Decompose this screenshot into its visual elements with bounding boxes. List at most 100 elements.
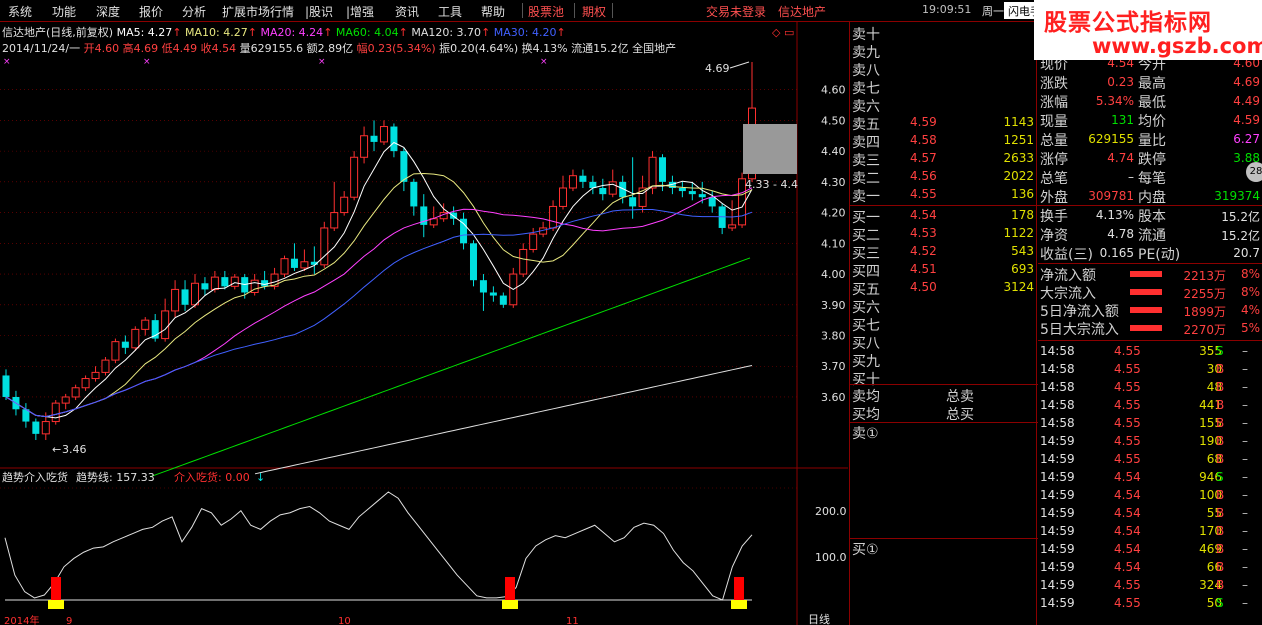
buy-level-row[interactable]: 买一 4.54 178 <box>850 207 1038 226</box>
candle-body <box>280 258 289 275</box>
sell-level-row[interactable]: 卖八 <box>850 60 1038 79</box>
marker-x-icon: × <box>143 57 151 67</box>
menu-extended-market[interactable]: 扩展市场行情 <box>222 3 294 20</box>
tick-row[interactable]: 14:59 4.55 68 B – <box>1038 450 1262 468</box>
menu-enhance[interactable]: |增强 <box>346 3 374 20</box>
sell-level-row[interactable]: 卖一 4.55 136 <box>850 186 1038 205</box>
menu-stock-pool[interactable]: 股票池 <box>528 3 564 20</box>
tick-row[interactable]: 14:59 4.54 170 B – <box>1038 522 1262 540</box>
menu-quote[interactable]: 报价 <box>139 3 163 20</box>
tick-price: 4.54 <box>1114 470 1141 484</box>
quote-value: 4.59 <box>1233 113 1260 127</box>
buy-signal-bar <box>51 577 61 600</box>
menu-tools[interactable]: 工具 <box>438 3 462 20</box>
candle-body <box>629 197 637 207</box>
tick-row[interactable]: 14:59 4.55 190 B – <box>1038 432 1262 450</box>
quote-value: 4.13% <box>1095 208 1134 222</box>
tick-row[interactable]: 14:59 4.55 50 S – <box>1038 594 1262 612</box>
menu-stock-knowledge[interactable]: |股识 <box>305 3 333 20</box>
level-volume: 543 <box>1011 244 1034 258</box>
buy-signal-bar <box>505 577 515 600</box>
tick-dash: – <box>1242 470 1248 484</box>
sell-level-row[interactable]: 卖六 <box>850 96 1038 115</box>
tick-dash: – <box>1242 560 1248 574</box>
buy-level-row[interactable]: 买八 <box>850 333 1038 352</box>
buy-level-row[interactable]: 买三 4.52 543 <box>850 243 1038 262</box>
buy-level-row[interactable]: 买九 <box>850 351 1038 370</box>
tick-row[interactable]: 14:58 4.55 48 B – <box>1038 378 1262 396</box>
tick-price: 4.55 <box>1114 416 1141 430</box>
tick-row[interactable]: 14:59 4.54 55 B – <box>1038 504 1262 522</box>
menu-function[interactable]: 功能 <box>52 3 76 20</box>
level-label: 卖九 <box>852 45 880 61</box>
tick-row[interactable]: 14:59 4.54 469 B – <box>1038 540 1262 558</box>
tick-dash: – <box>1242 542 1248 556</box>
price-tick: 4.40 <box>821 145 846 158</box>
quote-value: 629155 <box>1088 132 1134 146</box>
level-label: 卖二 <box>852 171 880 187</box>
level-volume: 2022 <box>1003 169 1034 183</box>
candle-body <box>599 188 607 195</box>
tick-dash: – <box>1242 398 1248 412</box>
tick-side: S <box>1216 596 1224 610</box>
candle-body <box>549 205 558 229</box>
tick-row[interactable]: 14:58 4.55 155 B – <box>1038 414 1262 432</box>
tick-row[interactable]: 14:58 4.55 355 S – <box>1038 342 1262 360</box>
buy-avg-row: 买均 总买 <box>850 404 1038 423</box>
site-watermark: 股票公式指标网 www.gszb.com <box>1034 0 1262 60</box>
candle-body <box>201 283 209 290</box>
kline-svg[interactable]: ◇ ▭ 4.60 4.50 4.40 4.30 4.20 4.10 4.00 3.90 3.80… <box>0 22 848 625</box>
sell-level-row[interactable]: 卖三 4.57 2633 <box>850 150 1038 169</box>
level-label: 卖六 <box>852 99 880 115</box>
watermark-title: 股票公式指标网 <box>1044 10 1212 36</box>
sell-queue-row: 卖① <box>850 423 1038 442</box>
sell-level-row[interactable]: 卖二 4.56 2022 <box>850 168 1038 187</box>
sell-level-row[interactable]: 卖四 4.58 1251 <box>850 132 1038 151</box>
sell-level-row[interactable]: 卖七 <box>850 78 1038 97</box>
candle-body <box>221 277 229 287</box>
quote-label: 净资 <box>1040 228 1068 244</box>
ma60-line <box>149 257 751 478</box>
tick-side: B <box>1216 542 1225 556</box>
ind-tick-100: 100.0 <box>815 551 847 564</box>
menu-help[interactable]: 帮助 <box>481 3 505 20</box>
candle-body <box>529 233 538 250</box>
menu-system[interactable]: 系统 <box>8 3 32 20</box>
unread-badge[interactable]: 28 <box>1246 162 1262 182</box>
tick-dash: – <box>1242 596 1248 610</box>
sell-avg-label: 卖均 <box>852 389 880 405</box>
buy-level-row[interactable]: 买七 <box>850 315 1038 334</box>
tick-row[interactable]: 14:58 4.55 30 B – <box>1038 360 1262 378</box>
kline-chart-panel[interactable]: 信达地产(日线,前复权) MA5: 4.27↑ MA10: 4.27↑ MA20… <box>0 22 848 625</box>
tick-row[interactable]: 14:59 4.54 100 B – <box>1038 486 1262 504</box>
candle-body <box>71 387 80 398</box>
menu-analysis[interactable]: 分析 <box>182 3 206 20</box>
tick-row[interactable]: 14:59 4.55 324 B – <box>1038 576 1262 594</box>
buy-level-row[interactable]: 买四 4.51 693 <box>850 261 1038 280</box>
quote-panel: 现价 4.54 今开 4.60 涨跌 0.23 最高 4.69 涨幅 5.34% 最低 4.49 现量 1… <box>1038 22 1262 625</box>
tick-row[interactable]: 14:59 4.54 946 S – <box>1038 468 1262 486</box>
clock: 19:09:51 <box>922 3 972 16</box>
menu-depth[interactable]: 深度 <box>96 3 120 20</box>
buy-level-row[interactable]: 买二 4.53 1122 <box>850 225 1038 244</box>
trade-login-status[interactable]: 交易未登录 <box>706 3 766 20</box>
candle-body <box>101 359 110 373</box>
price-tick: 4.20 <box>821 207 846 220</box>
menu-news[interactable]: 资讯 <box>395 3 419 20</box>
sell-level-row[interactable]: 卖九 <box>850 42 1038 61</box>
price-tick: 4.00 <box>821 268 846 281</box>
tick-row[interactable]: 14:59 4.54 66 B – <box>1038 558 1262 576</box>
buy-avg-label: 买均 <box>852 407 880 423</box>
quote-value: 0.23 <box>1107 75 1134 89</box>
x-label-year: 2014年 <box>4 614 39 625</box>
sell-level-row[interactable]: 卖十 <box>850 24 1038 43</box>
sell-level-row[interactable]: 卖五 4.59 1143 <box>850 114 1038 133</box>
tick-row[interactable]: 14:58 4.55 441 B – <box>1038 396 1262 414</box>
window-toggle-icon[interactable]: ▭ <box>784 26 794 39</box>
level-price: 4.52 <box>910 244 937 258</box>
diamond-icon[interactable]: ◇ <box>772 26 781 39</box>
period-label: 日线 <box>808 612 830 625</box>
buy-level-row[interactable]: 买五 4.50 3124 <box>850 279 1038 298</box>
buy-level-row[interactable]: 买六 <box>850 297 1038 316</box>
menu-options[interactable]: 期权 <box>582 3 606 20</box>
